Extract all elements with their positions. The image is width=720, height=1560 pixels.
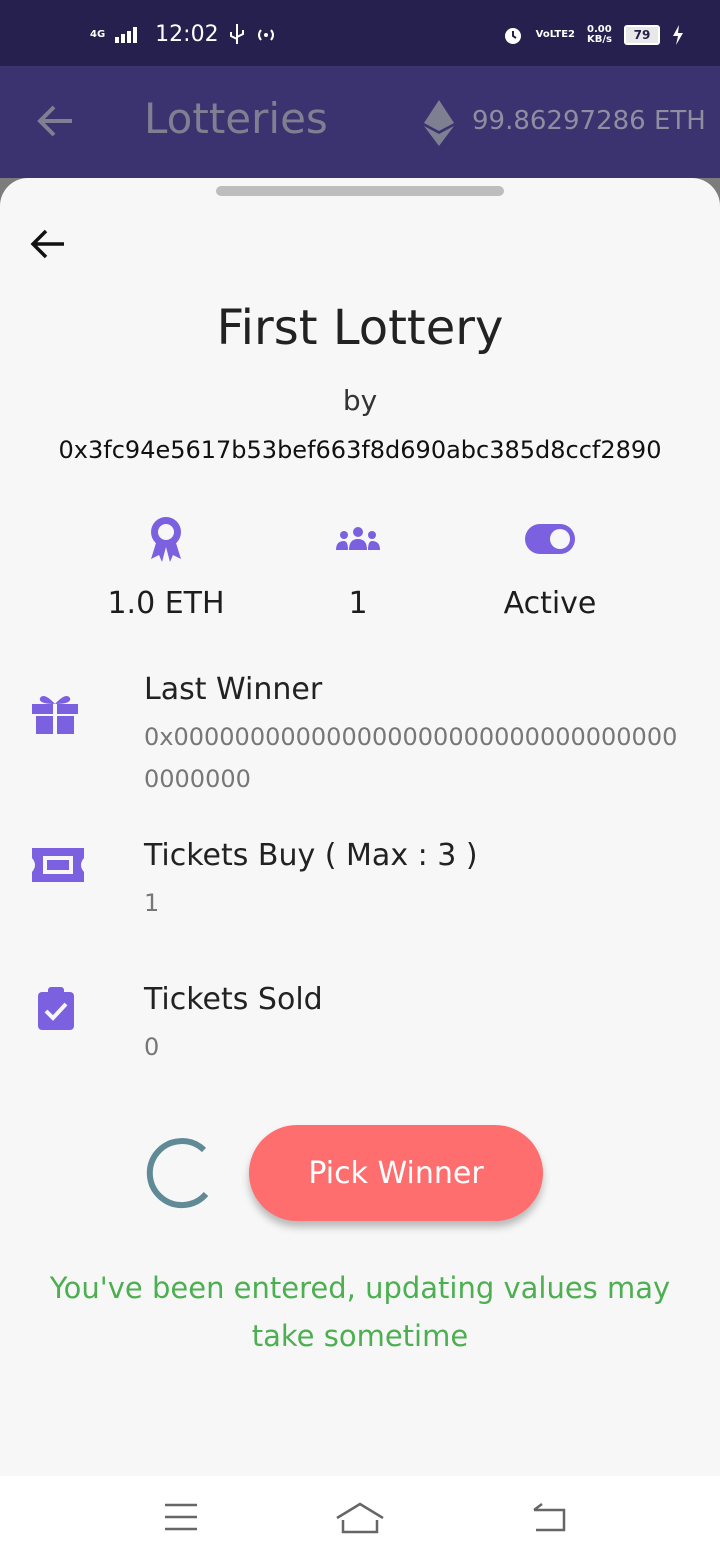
lottery-details-sheet: First Lottery by 0x3fc94e5617b53bef663f8… bbox=[0, 178, 720, 1476]
players-stat: 1 bbox=[258, 514, 458, 621]
status-left: 4G 12:02 bbox=[90, 22, 277, 47]
app-back-button[interactable] bbox=[36, 104, 74, 142]
gift-icon bbox=[30, 692, 80, 740]
app-title: Lotteries bbox=[144, 94, 328, 143]
speed-unit: KB/s bbox=[587, 34, 612, 45]
status-right: VoLTE2 0.00 KB/s 79 bbox=[502, 24, 684, 46]
clipboard-check-icon bbox=[36, 986, 76, 1036]
app-bar: Lotteries 99.86297286 ETH bbox=[0, 66, 720, 178]
hotspot-icon bbox=[257, 28, 274, 41]
arrow-left-icon bbox=[30, 229, 64, 259]
lottery-title: First Lottery bbox=[216, 300, 504, 356]
status-stat: Active bbox=[450, 514, 650, 621]
signal-icon bbox=[115, 26, 138, 43]
system-nav-bar bbox=[0, 1476, 720, 1560]
status-value: Active bbox=[503, 586, 597, 621]
users-icon bbox=[258, 514, 458, 564]
owner-by-label: by bbox=[342, 384, 378, 417]
alarm-icon bbox=[504, 28, 521, 44]
ethereum-icon bbox=[424, 100, 454, 150]
prize-value: 1.0 ETH bbox=[107, 586, 225, 621]
ticket-icon bbox=[30, 846, 86, 888]
home-button[interactable] bbox=[335, 1502, 385, 1538]
volte-indicator: VoLTE2 bbox=[535, 29, 576, 40]
eth-balance: 99.86297286 ETH bbox=[472, 106, 706, 136]
prize-stat: 1.0 ETH bbox=[66, 514, 266, 621]
owner-address: 0x3fc94e5617b53bef663f8d690abc385d8ccf28… bbox=[58, 436, 662, 464]
entered-notice: You've been entered, updating values may… bbox=[49, 1271, 671, 1353]
battery-indicator: 79 bbox=[624, 25, 660, 45]
toggle-on-icon bbox=[450, 514, 650, 564]
tickets-buy-value: 1 bbox=[144, 889, 160, 917]
tickets-buy-label: Tickets Buy ( Max : 3 ) bbox=[144, 838, 478, 873]
home-icon bbox=[336, 1502, 384, 1534]
last-winner-label: Last Winner bbox=[144, 672, 323, 707]
loading-spinner bbox=[140, 1136, 216, 1216]
network-speed: 0.00 KB/s bbox=[587, 25, 612, 45]
menu-icon bbox=[165, 1503, 197, 1531]
last-winner-value: 0x00000000000000000000000000000000000000… bbox=[144, 723, 678, 793]
back-icon bbox=[533, 1503, 566, 1532]
arrow-left-icon bbox=[37, 105, 72, 137]
tickets-sold-value: 0 bbox=[144, 1033, 160, 1061]
back-nav-button[interactable] bbox=[530, 1502, 568, 1536]
pick-winner-button[interactable]: Pick Winner bbox=[249, 1125, 543, 1221]
sheet-drag-handle[interactable] bbox=[216, 186, 504, 196]
status-bar: 4G 12:02 VoLTE2 0.00 KB/s 79 bbox=[0, 0, 720, 66]
award-icon bbox=[66, 514, 266, 564]
charging-icon bbox=[673, 25, 683, 45]
network-type: 4G bbox=[90, 28, 106, 40]
players-value: 1 bbox=[348, 586, 368, 621]
tickets-sold-label: Tickets Sold bbox=[144, 982, 323, 1017]
sheet-back-button[interactable] bbox=[30, 228, 66, 264]
recents-button[interactable] bbox=[164, 1502, 198, 1536]
usb-icon bbox=[229, 23, 244, 44]
clock: 12:02 bbox=[155, 22, 219, 47]
